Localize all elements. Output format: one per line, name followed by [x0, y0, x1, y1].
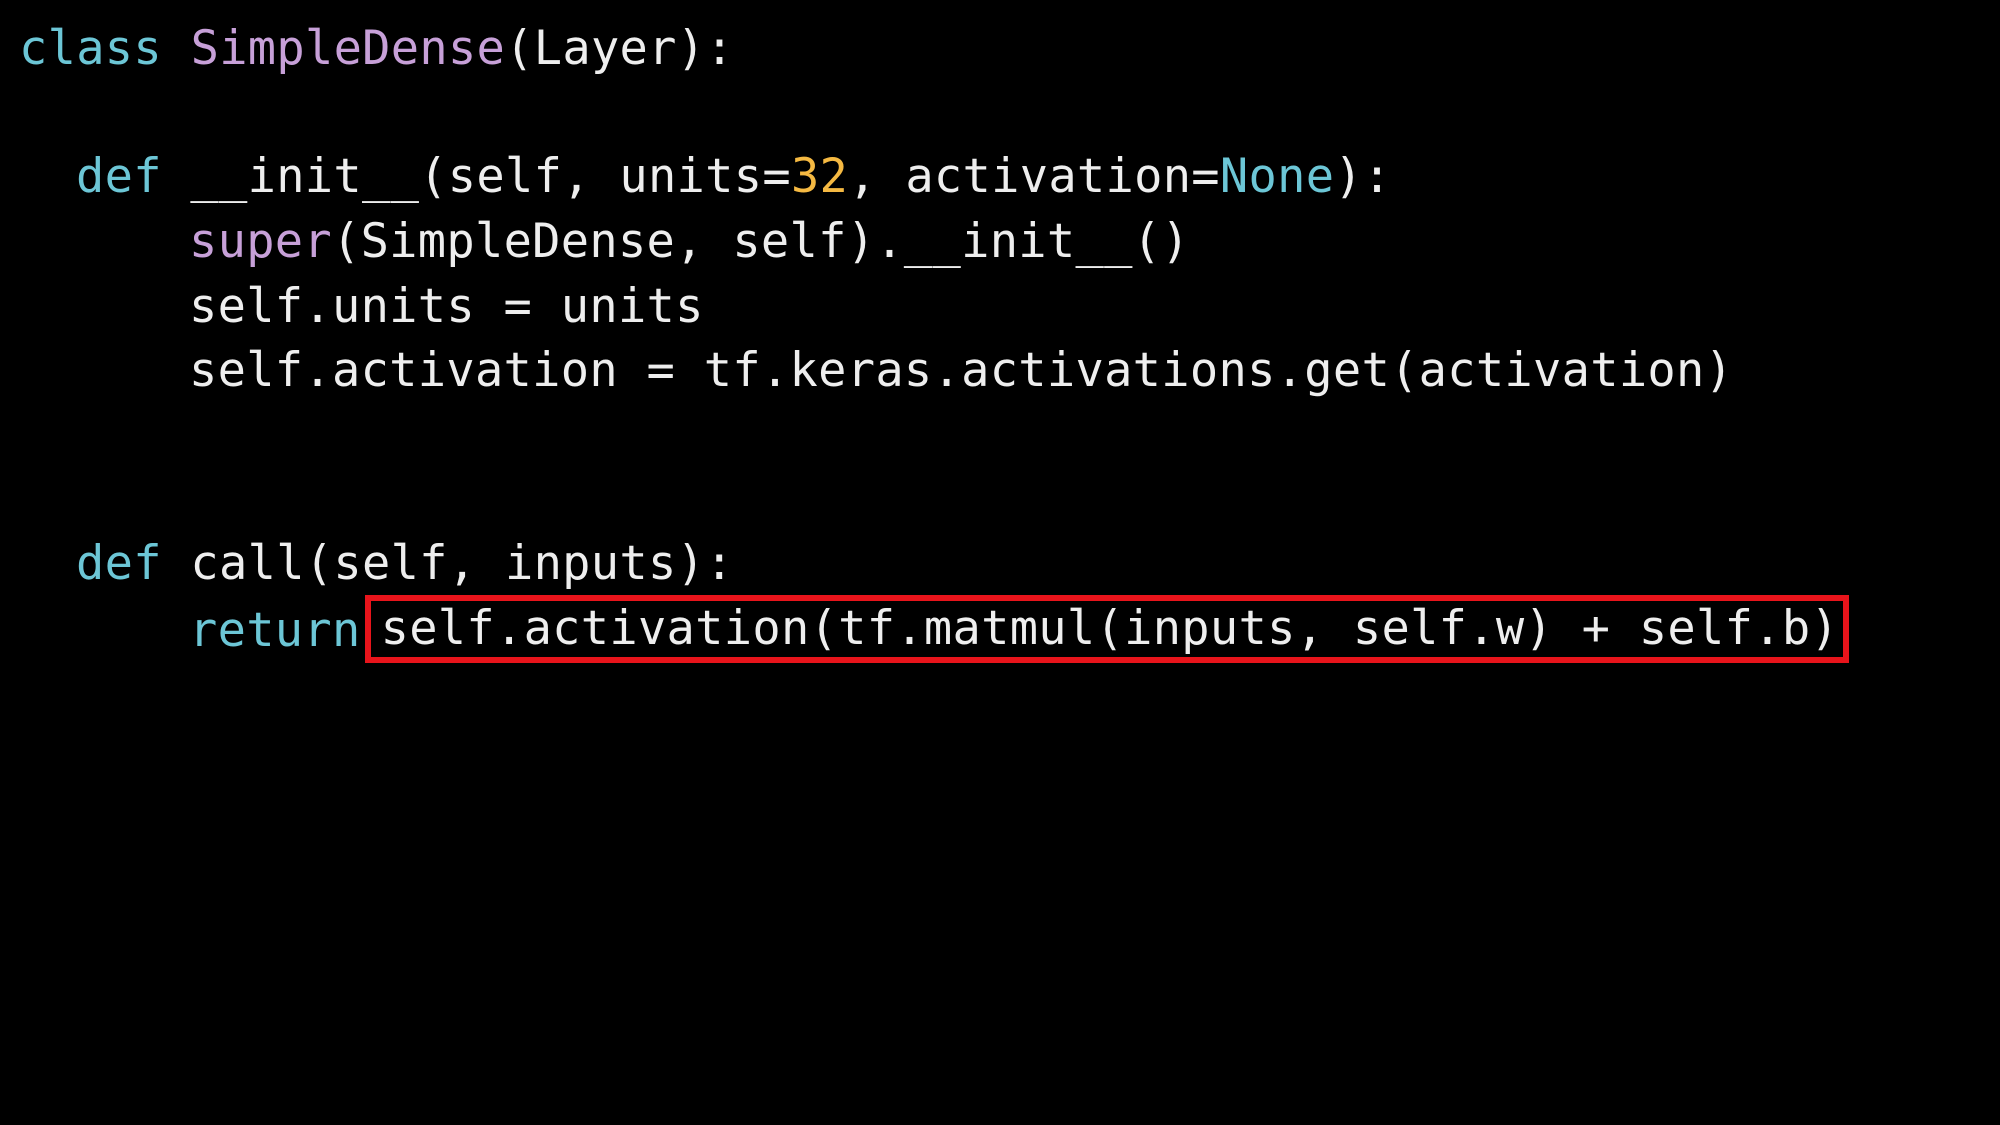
init-signature-c: ):	[1334, 149, 1392, 204]
highlighted-return-expression: self.activation(tf.matmul(inputs, self.w…	[364, 595, 1850, 663]
code-view: class SimpleDense(Layer): def __init__(s…	[0, 0, 2000, 1125]
code-line-return: return self.activation(tf.matmul(inputs, …	[0, 595, 1850, 663]
class-name: SimpleDense	[190, 21, 506, 76]
units-default-number: 32	[790, 149, 849, 204]
keyword-class: class	[19, 21, 162, 76]
class-base: (Layer):	[505, 21, 734, 76]
activation-assignment: self.activation = tf.keras.activations.g…	[189, 343, 1734, 398]
keyword-return: return	[189, 603, 361, 658]
code-line-activation-assign: self.activation = tf.keras.activations.g…	[0, 339, 1733, 403]
code-line-class-def: class SimpleDense(Layer):	[0, 17, 734, 81]
code-line-call-def: def call(self, inputs):	[0, 532, 734, 596]
keyword-def: def	[76, 149, 162, 204]
super-call-args: (SimpleDense, self).__init__()	[331, 214, 1190, 269]
code-line-init-def: def __init__(self, units=32, activation=…	[0, 145, 1392, 209]
code-line-super-call: super(SimpleDense, self).__init__()	[0, 210, 1190, 274]
keyword-none: None	[1219, 149, 1335, 204]
keyword-def: def	[76, 536, 162, 591]
call-signature: call(self, inputs):	[190, 536, 734, 591]
init-signature-b: , activation=	[848, 149, 1220, 204]
builtin-super: super	[189, 214, 332, 269]
init-signature-a: __init__(self, units=	[190, 149, 791, 204]
code-line-units-assign: self.units = units	[0, 275, 704, 339]
units-assignment: self.units = units	[189, 279, 704, 334]
